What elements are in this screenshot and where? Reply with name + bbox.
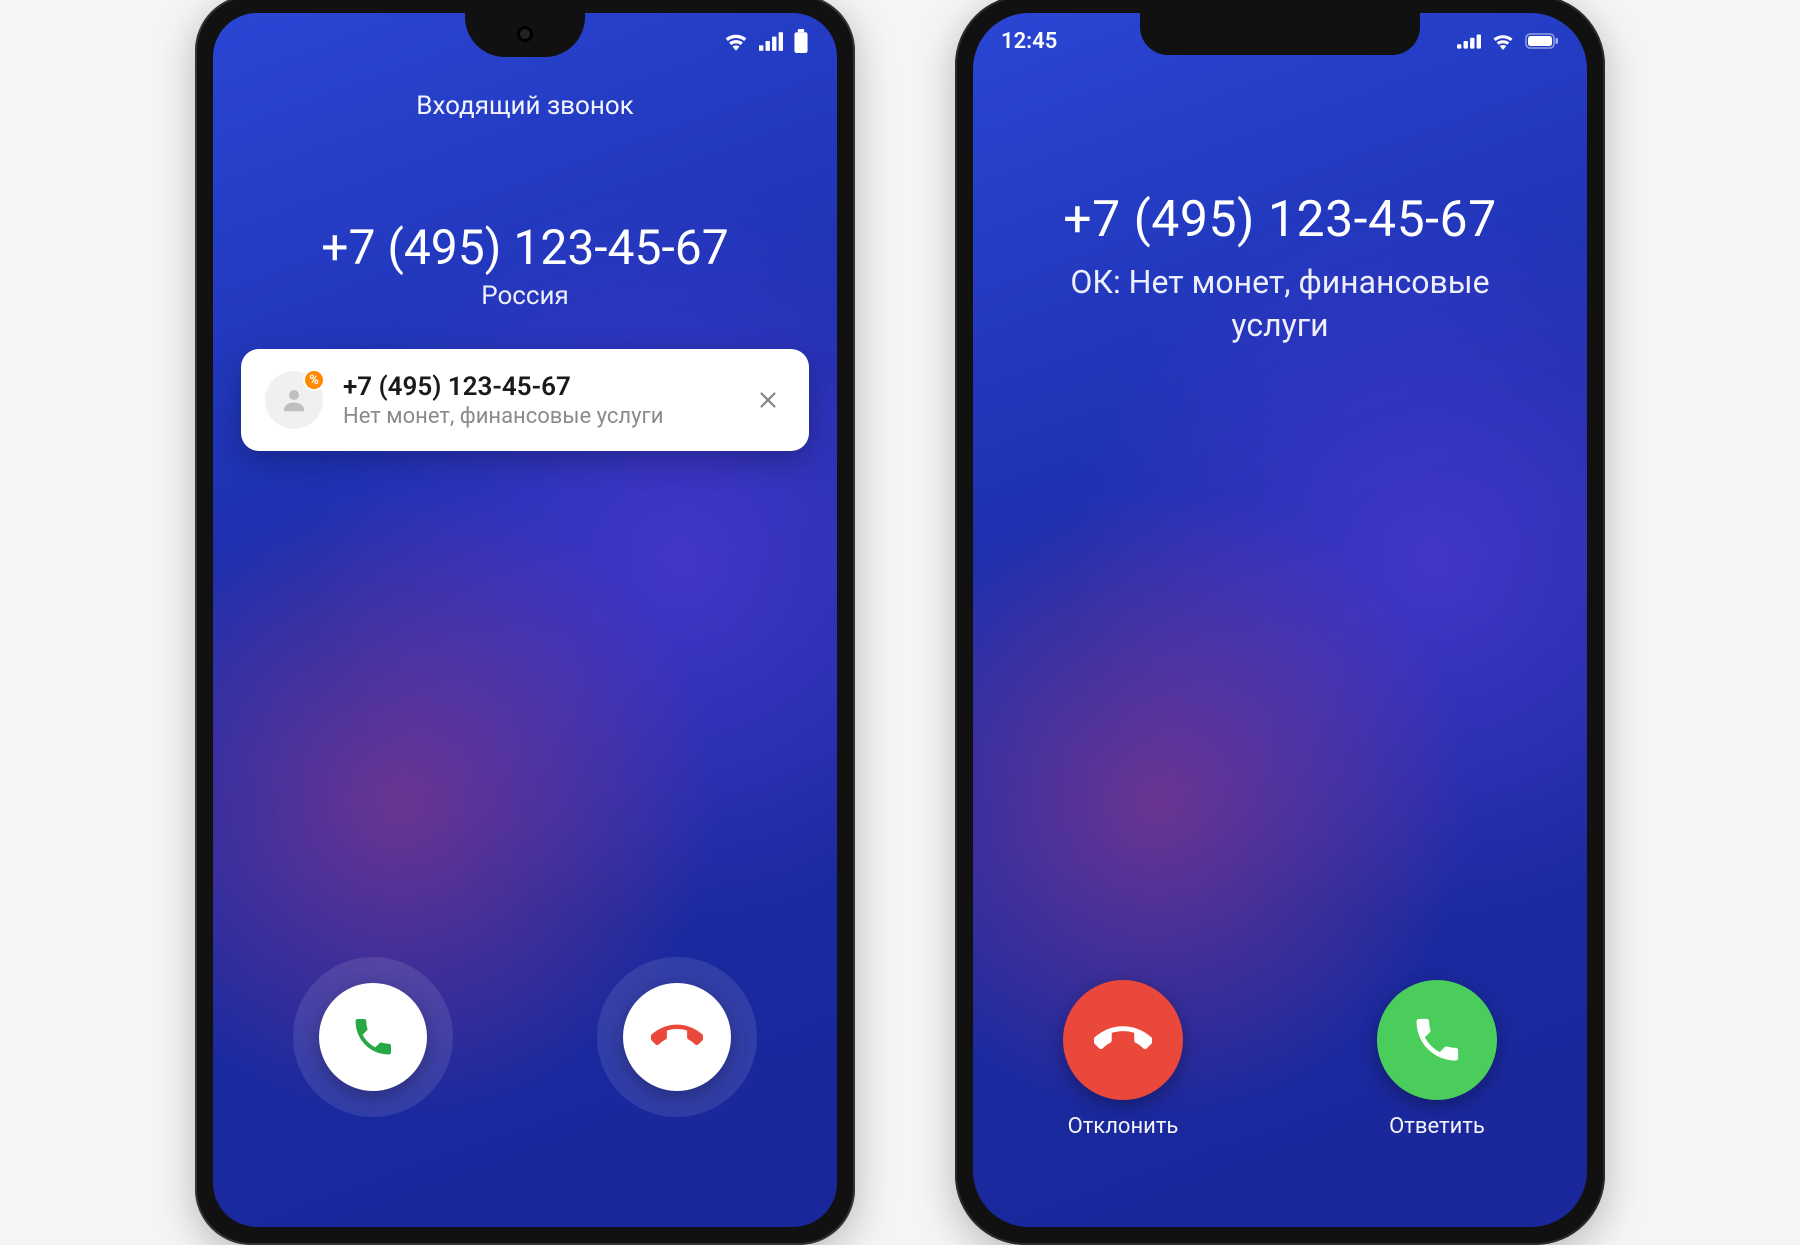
phone-decline-icon xyxy=(651,1011,703,1063)
caller-number: +7 (495) 123-45-67 xyxy=(973,191,1587,249)
caller-id-card: % +7 (495) 123-45-67 Нет монет, финансов… xyxy=(241,349,809,451)
wifi-icon xyxy=(723,31,749,51)
card-number: +7 (495) 123-45-67 xyxy=(343,372,731,402)
decline-call-button[interactable] xyxy=(623,983,731,1091)
iphone-status-bar: 12:45 xyxy=(973,13,1587,69)
accept-label: Ответить xyxy=(1389,1114,1485,1139)
phone-decline-icon xyxy=(1094,1011,1152,1069)
cellular-icon xyxy=(759,31,783,51)
android-screen: Входящий звонок +7 (495) 123-45-67 Росси… xyxy=(213,13,837,1227)
caller-subtitle: ОК: Нет монет, финансовые услуги xyxy=(1043,261,1517,347)
close-button[interactable] xyxy=(751,383,785,417)
decline-label: Отклонить xyxy=(1068,1114,1179,1139)
battery-icon xyxy=(1525,33,1559,49)
iphone-screen: 12:45 +7 (495) 123-45-67 ОК: Нет монет, … xyxy=(973,13,1587,1227)
decline-halo xyxy=(597,957,757,1117)
wifi-icon xyxy=(1491,32,1515,50)
caller-country: Россия xyxy=(213,281,837,311)
incoming-call-label: Входящий звонок xyxy=(213,91,837,121)
accept-call-button[interactable] xyxy=(319,983,427,1091)
close-icon xyxy=(757,389,779,411)
iphone-device: 12:45 +7 (495) 123-45-67 ОК: Нет монет, … xyxy=(955,0,1605,1245)
card-subtitle: Нет монет, финансовые услуги xyxy=(343,404,731,429)
android-status-bar xyxy=(213,13,837,69)
caller-badge-icon: % xyxy=(303,369,325,391)
caller-number: +7 (495) 123-45-67 xyxy=(213,219,837,276)
android-device: Входящий звонок +7 (495) 123-45-67 Росси… xyxy=(195,0,855,1245)
battery-icon xyxy=(793,29,809,53)
accept-halo xyxy=(293,957,453,1117)
phone-accept-icon xyxy=(350,1014,396,1060)
status-time: 12:45 xyxy=(1001,29,1057,54)
phone-accept-icon xyxy=(1410,1013,1464,1067)
accept-call-button[interactable] xyxy=(1377,980,1497,1100)
caller-avatar: % xyxy=(265,371,323,429)
cellular-icon xyxy=(1457,33,1481,49)
decline-call-button[interactable] xyxy=(1063,980,1183,1100)
